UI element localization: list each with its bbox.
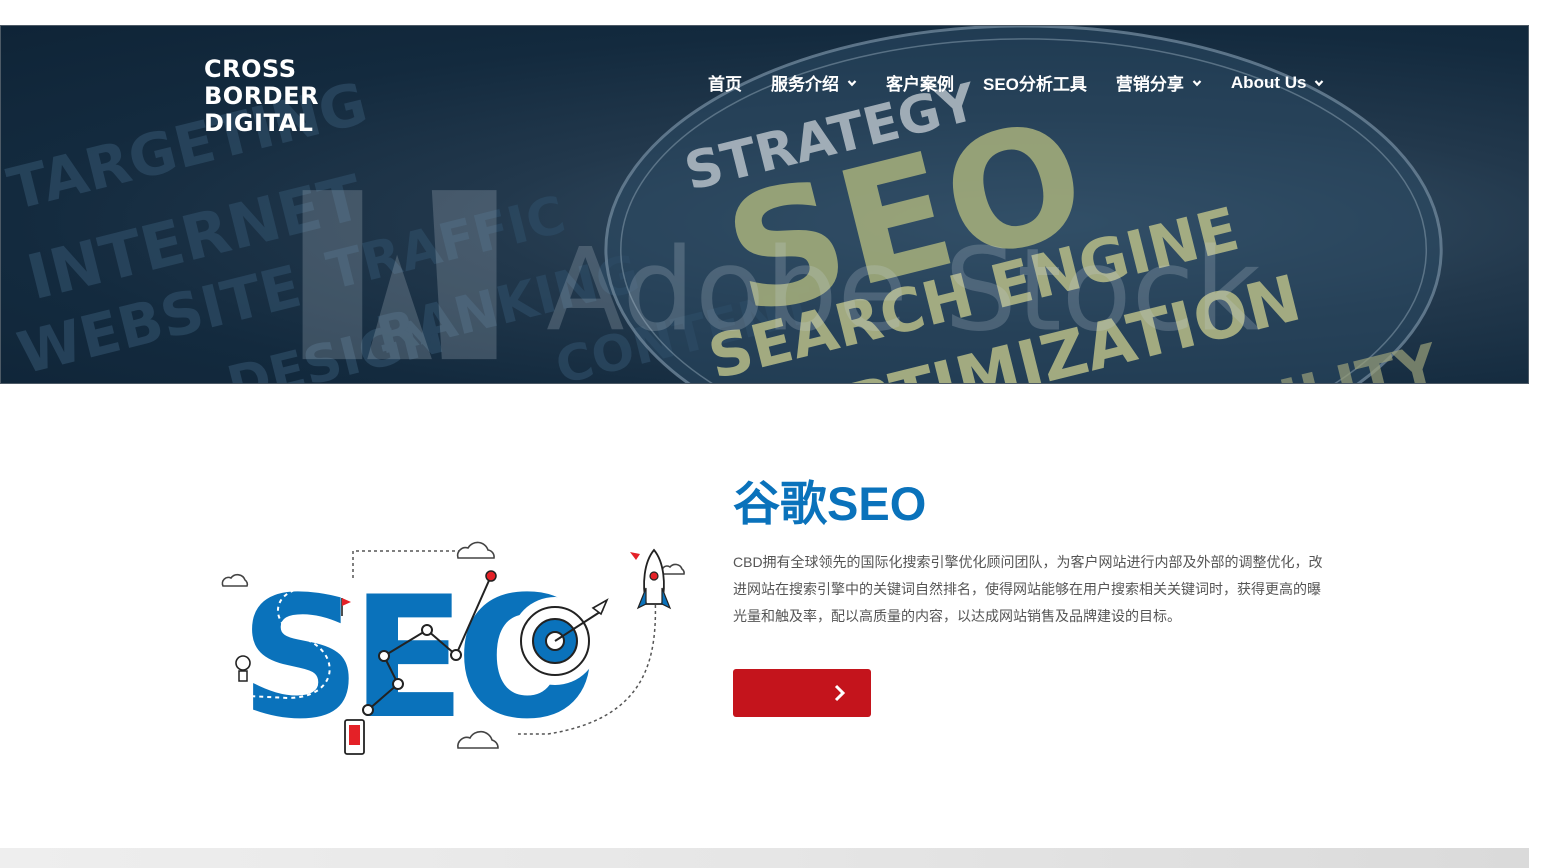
rocket-icon [630,548,672,610]
main-navigation: 首页 服务介绍 客户案例 SEO分析工具 营销分享 About Us [708,70,1324,95]
logo-line-2: BORDER [204,82,319,110]
chevron-down-icon [1315,79,1324,86]
site-logo[interactable]: CROSS BORDER DIGITAL [204,56,319,137]
logo-line-1: CROSS [204,55,297,83]
nav-item-label: 营销分享 [1115,75,1184,94]
chevron-down-icon [1192,79,1202,86]
nav-item-services[interactable]: 服务介绍 [771,70,857,95]
nav-item-label: 服务介绍 [771,75,839,94]
hero-banner: TARGETING INTERNET WEBSITE TRAFFIC DESIG… [0,25,1529,384]
chevron-down-icon [847,79,857,86]
nav-item-home[interactable]: 首页 [708,70,742,95]
nav-item-seo-tools[interactable]: SEO分析工具 [983,70,1087,95]
nav-item-label: SEO分析工具 [983,75,1087,94]
next-section-banner [0,848,1529,868]
nav-item-label: 客户案例 [886,75,954,94]
svg-text:Adobe Stock: Adobe Stock [546,223,1260,356]
learn-more-button[interactable] [733,669,871,717]
logo-line-3: DIGITAL [204,109,314,137]
nav-item-about-us[interactable]: About Us [1231,73,1325,93]
section-title: 谷歌SEO [733,477,927,530]
nav-item-label: About Us [1230,72,1307,92]
nav-item-marketing-share[interactable]: 营销分享 [1116,70,1202,95]
section-description: CBD拥有全球领先的国际化搜索引擎优化顾问团队，为客户网站进行内部及外部的调整优… [733,554,1323,624]
nav-item-cases[interactable]: 客户案例 [886,70,954,95]
nav-item-label: 首页 [708,75,742,94]
seo-illustration: SEO [221,541,685,756]
chevron-right-icon [834,684,846,702]
